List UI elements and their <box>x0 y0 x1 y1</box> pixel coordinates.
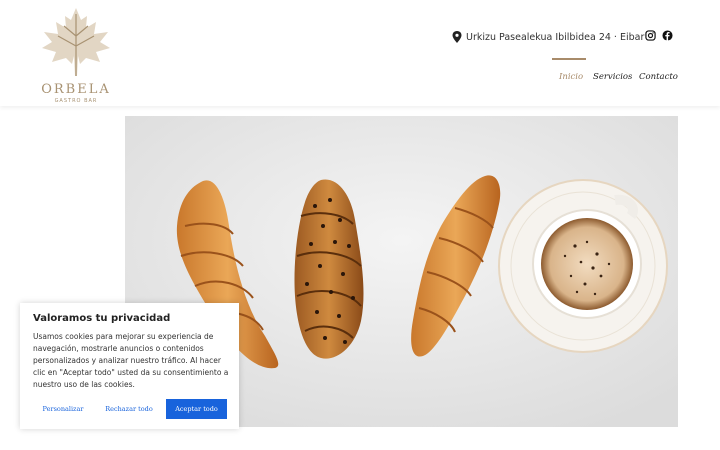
cookie-description: Usamos cookies para mejorar su experienc… <box>33 332 229 389</box>
address-text: Urkizu Pasealekua Ibilbidea 24 · Eibar <box>466 31 645 43</box>
accept-all-cookies-button[interactable]: Aceptar todo <box>166 399 227 419</box>
reject-all-cookies-button[interactable]: Rechazar todo <box>100 399 158 419</box>
site-header: ORBELA GASTRO BAR Urkizu Pasealekua Ibil… <box>0 0 720 106</box>
logo-name: ORBELA <box>41 82 111 97</box>
logo-tagline: GASTRO BAR <box>54 98 98 104</box>
location-pin-icon <box>452 31 462 43</box>
logo[interactable]: ORBELA GASTRO BAR <box>36 6 116 104</box>
facebook-icon[interactable] <box>662 30 673 41</box>
social-links <box>645 30 673 41</box>
nav-servicios[interactable]: Servicios <box>593 72 632 82</box>
maple-leaf-icon <box>42 8 110 76</box>
cookie-title: Valoramos tu privacidad <box>33 313 171 324</box>
nav-active-indicator <box>552 58 586 60</box>
address: Urkizu Pasealekua Ibilbidea 24 · Eibar <box>452 30 644 44</box>
instagram-icon[interactable] <box>645 30 656 41</box>
coffee-cup <box>498 179 668 353</box>
customize-cookies-button[interactable]: Personalizar <box>34 399 92 419</box>
nav-inicio[interactable]: Inicio <box>559 72 583 82</box>
cookie-consent-banner: Valoramos tu privacidad Usamos cookies p… <box>20 303 239 429</box>
nav-contacto[interactable]: Contacto <box>639 72 678 82</box>
